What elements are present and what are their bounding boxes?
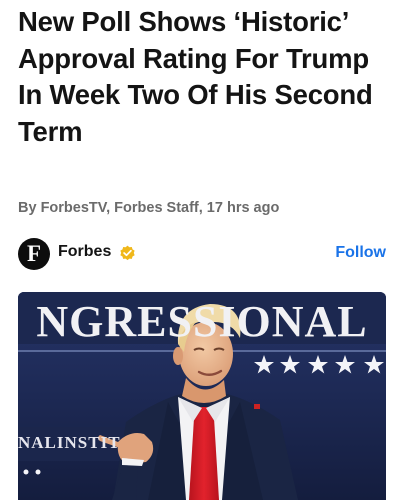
verified-badge-icon — [120, 245, 135, 261]
forbes-logo-icon[interactable]: F — [18, 238, 50, 270]
hero-banner-text: NGRESSIONAL — [36, 297, 368, 346]
source-name[interactable]: Forbes — [58, 243, 111, 261]
follow-button[interactable]: Follow — [335, 244, 386, 262]
hero-small-banner-text: NALINSTIT — [18, 433, 121, 452]
article-hero-image[interactable]: NGRESSIONAL NALINSTIT — [18, 292, 386, 500]
article-byline: By ForbesTV, Forbes Staff, 17 hrs ago — [18, 200, 280, 216]
article-headline[interactable]: New Poll Shows ‘Historic’ Approval Ratin… — [18, 4, 390, 150]
source-row: F Forbes Follow — [18, 238, 388, 272]
